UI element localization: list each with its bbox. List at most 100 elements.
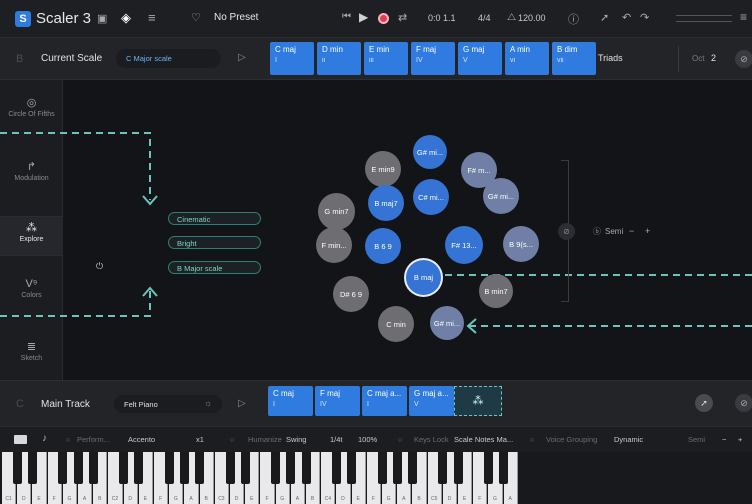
key-label: E <box>143 496 148 502</box>
key-label: B <box>98 496 102 502</box>
performance-value[interactable]: Accento <box>128 435 155 444</box>
performance-label: Perform... <box>77 435 110 444</box>
chord-name: F maj <box>320 389 340 398</box>
track-title: Main Track <box>41 399 90 410</box>
semi-label: Semi <box>605 227 624 236</box>
instrument-settings-icon[interactable]: ☼ <box>204 398 212 408</box>
piano-black-key[interactable] <box>195 452 205 484</box>
chord-bubble[interactable]: B maj <box>406 260 441 295</box>
chord-numeral: V <box>414 400 419 408</box>
piano-black-key[interactable] <box>483 452 493 484</box>
chord-bubble[interactable]: C min <box>378 306 414 342</box>
semi-plus-button[interactable]: + <box>645 226 650 236</box>
chord-bubble[interactable]: F min... <box>316 227 352 263</box>
export-icon[interactable]: ➚ <box>695 394 713 412</box>
track-chord-chip[interactable]: F maj IV <box>315 386 360 416</box>
piano-black-key[interactable] <box>347 452 357 484</box>
track-chord-chip[interactable]: C maj a... I <box>362 386 407 416</box>
chord-bubble[interactable]: B 9(s... <box>503 226 539 262</box>
chord-bubble[interactable]: G min7 <box>318 193 355 230</box>
key-label: G <box>386 496 391 502</box>
humanize-rate[interactable]: 1/4t <box>330 435 343 444</box>
key-label: F <box>265 496 269 502</box>
semi-minus-bottom[interactable]: − <box>722 435 726 444</box>
power-icon[interactable]: ⏻ <box>96 261 103 272</box>
piano-black-key[interactable] <box>73 452 83 484</box>
chord-bubble[interactable]: B 6 9 <box>365 228 401 264</box>
semi-plus-bottom[interactable]: + <box>738 435 742 444</box>
key-label: A <box>189 496 193 502</box>
piano-black-key[interactable] <box>331 452 341 484</box>
track-chord-chip[interactable]: G maj a... V <box>409 386 454 416</box>
key-label: D <box>21 496 26 502</box>
chord-numeral: I <box>367 400 369 408</box>
track-chord-chip[interactable]: C maj I <box>268 386 313 416</box>
key-label: D <box>447 496 452 502</box>
piano-black-key[interactable] <box>27 452 37 484</box>
key-label: E <box>356 496 360 502</box>
piano-black-key[interactable] <box>164 452 174 484</box>
piano-black-key[interactable] <box>499 452 509 484</box>
piano-black-key[interactable] <box>407 452 417 484</box>
humanize-toggle-icon[interactable]: ○ <box>230 435 235 444</box>
voice-grouping-value[interactable]: Dynamic <box>614 435 643 444</box>
chord-bubble[interactable]: G# mi... <box>430 306 464 340</box>
piano-black-key[interactable] <box>392 452 402 484</box>
voice-grouping-toggle-icon[interactable]: ○ <box>530 435 535 444</box>
key-label: F <box>478 496 482 502</box>
piano-black-key[interactable] <box>58 452 68 484</box>
piano-black-key[interactable] <box>119 452 129 484</box>
chord-bubble[interactable]: B maj7 <box>368 185 404 221</box>
piano-black-key[interactable] <box>301 452 311 484</box>
keys-lock-value[interactable]: Scale Notes Ma... <box>454 435 513 444</box>
piano-keyboard[interactable]: C1 D E F G A B C2 D E F G A B C3 D E F G A B C4 D E F G A B C5 D E F G A <box>0 452 752 504</box>
performance-toggle-icon[interactable]: ○ <box>66 435 71 444</box>
key-label: F <box>159 496 163 502</box>
key-label: E <box>37 496 41 502</box>
piano-black-key[interactable] <box>12 452 22 484</box>
piano-black-key[interactable] <box>240 452 250 484</box>
track-link-icon[interactable]: ⊘ <box>735 394 752 412</box>
humanize-percent[interactable]: 100% <box>358 435 377 444</box>
piano-black-key[interactable] <box>134 452 144 484</box>
piano-black-key[interactable] <box>438 452 448 484</box>
key-label: D <box>341 496 345 502</box>
chord-bubble[interactable]: G# mi... <box>413 135 447 169</box>
chord-bubble[interactable]: D# 6 9 <box>333 276 369 312</box>
chord-bubble[interactable]: G# mi... <box>483 178 519 214</box>
keyboard-icon[interactable] <box>14 435 27 444</box>
link-toggle-icon[interactable]: ⊘ <box>558 223 575 240</box>
piano-black-key[interactable] <box>377 452 387 484</box>
performance-rate[interactable]: x1 <box>196 435 204 444</box>
mood-selector[interactable]: Bright <box>168 236 261 249</box>
key-label: G <box>173 496 178 502</box>
dynamic-scale-selector[interactable]: B Major scale <box>168 261 261 274</box>
instrument-name: Felt Piano <box>124 400 158 409</box>
chord-numeral: IV <box>320 400 327 408</box>
chord-bubble[interactable]: F# 13... <box>445 226 483 264</box>
semi-minus-button[interactable]: − <box>629 226 634 236</box>
chord-bubble[interactable]: C# mi... <box>413 179 449 215</box>
piano-black-key[interactable] <box>453 452 463 484</box>
key-label: A <box>295 496 300 502</box>
add-chord-slot[interactable]: ⁂ <box>454 386 502 416</box>
key-label: A <box>508 496 512 502</box>
transpose-icon: ⓑ <box>593 227 601 236</box>
play-track-icon[interactable]: ▷ <box>238 398 246 409</box>
chord-name: C maj a... <box>367 389 402 398</box>
piano-black-key[interactable] <box>225 452 235 484</box>
chord-bubble[interactable]: E min9 <box>365 151 401 187</box>
humanize-value[interactable]: Swing <box>286 435 306 444</box>
piano-black-key[interactable] <box>271 452 281 484</box>
chord-bubble[interactable]: B min7 <box>479 274 513 308</box>
keys-lock-toggle-icon[interactable]: ○ <box>398 435 403 444</box>
instrument-selector[interactable]: Felt Piano ☼ <box>114 395 222 413</box>
piano-black-key[interactable] <box>286 452 296 484</box>
key-label: B <box>417 496 421 502</box>
piano-black-key[interactable] <box>88 452 98 484</box>
genre-selector[interactable]: Cinematic <box>168 212 261 225</box>
guitar-icon[interactable]: ♪ <box>42 433 47 444</box>
piano-black-key[interactable] <box>179 452 189 484</box>
key-label: D <box>128 496 132 502</box>
key-label: C5 <box>430 496 438 502</box>
